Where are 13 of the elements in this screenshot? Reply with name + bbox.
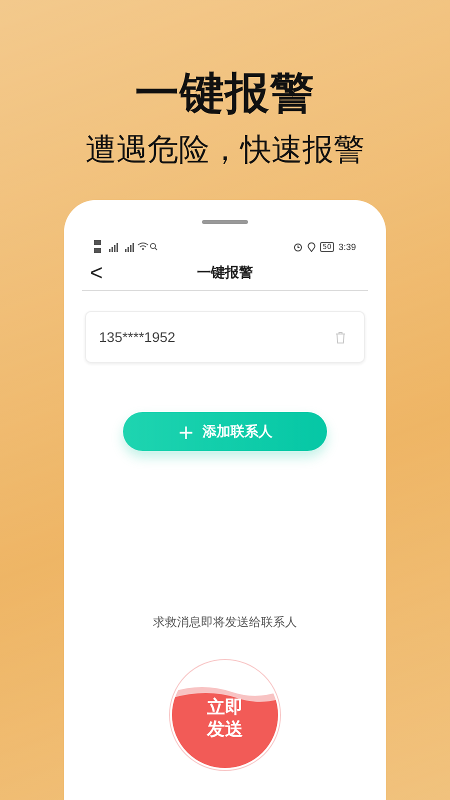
add-contact-button[interactable]: + 添加联系人: [123, 412, 327, 451]
trash-icon[interactable]: [335, 330, 346, 344]
clock-time: 3:39: [338, 242, 356, 252]
alarm-icon: [292, 242, 303, 252]
headline: 一键报警: [135, 68, 315, 120]
hint-text: 求救消息即将发送给联系人: [153, 614, 297, 631]
back-button[interactable]: <: [82, 262, 111, 284]
screen-title: 一键报警: [197, 264, 253, 282]
location-icon: [306, 242, 316, 252]
speaker-bar: [202, 220, 248, 224]
subtitle: 遭遇危险，快速报警: [86, 131, 364, 170]
send-now-button[interactable]: 立即 发送: [169, 659, 281, 771]
contact-phone: 135****1952: [99, 329, 176, 345]
